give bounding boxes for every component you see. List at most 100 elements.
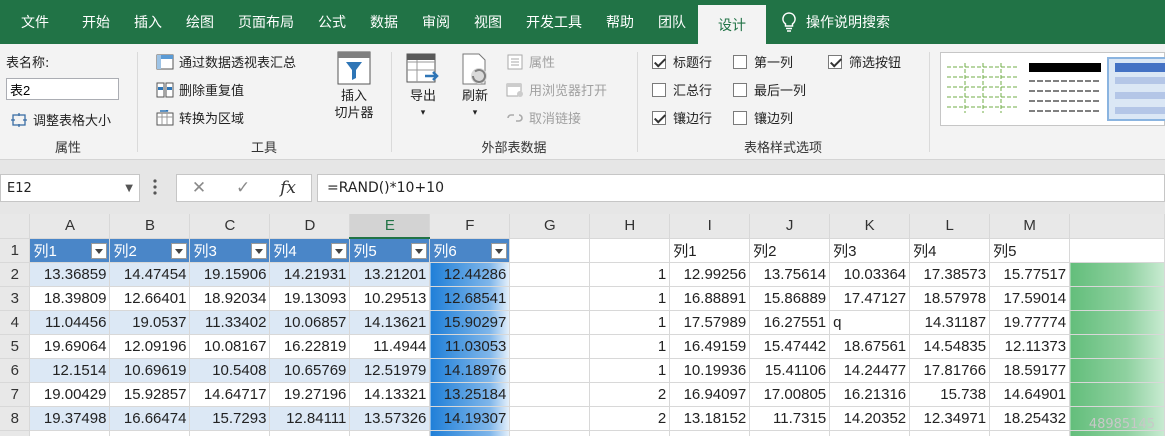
cell[interactable]: 12.34971 [909, 406, 991, 431]
cell[interactable]: 1 [589, 358, 671, 383]
chevron-down-icon[interactable]: ▼ [125, 183, 133, 194]
row-header[interactable]: 9 [0, 430, 31, 436]
data-bar-cell[interactable]: 14.19307 [429, 405, 511, 431]
tab-view[interactable]: 视图 [462, 0, 514, 44]
cell[interactable]: 12.84111 [269, 406, 351, 431]
filter-dropdown-icon[interactable] [91, 242, 108, 259]
cell[interactable] [509, 238, 591, 263]
cell[interactable]: 19.77774 [989, 310, 1071, 335]
tab-developer[interactable]: 开发工具 [514, 0, 594, 44]
cell[interactable]: 16.44369 [269, 430, 351, 436]
cell[interactable]: 13.21201 [349, 262, 431, 287]
cell[interactable]: 19.00429 [29, 382, 111, 407]
filter-button-checkbox[interactable]: 筛选按钮 [828, 52, 901, 71]
tab-design[interactable]: 设计 [698, 5, 766, 44]
cell[interactable]: 17.47127 [829, 286, 911, 311]
column-header-h[interactable]: H [589, 214, 671, 239]
table-header-cell[interactable]: 列1 [29, 238, 111, 263]
cell[interactable]: 1 [589, 310, 671, 335]
checkbox-box[interactable] [652, 110, 666, 125]
column-header-c[interactable]: C [189, 214, 271, 239]
cell[interactable]: 15.41106 [749, 358, 831, 383]
column-header-e[interactable]: E [349, 214, 431, 239]
cell[interactable]: 12.11373 [989, 334, 1071, 359]
data-bar-cell[interactable]: 14.18976 [429, 357, 511, 383]
cell[interactable]: 18.59177 [989, 358, 1071, 383]
export-button[interactable]: 导出 ▾ [400, 52, 446, 122]
table-style-blue[interactable] [1107, 57, 1165, 121]
cell[interactable]: 14.13321 [349, 382, 431, 407]
cell[interactable]: 16.49159 [669, 334, 751, 359]
table-header-cell[interactable]: 列2 [109, 238, 191, 263]
row-header[interactable]: 7 [0, 382, 31, 407]
cell[interactable]: 17.00805 [749, 382, 831, 407]
green-bar-cell[interactable] [1069, 310, 1165, 335]
cell[interactable]: 14.54835 [909, 334, 991, 359]
select-all-corner[interactable] [0, 214, 31, 239]
table-style-green[interactable] [945, 59, 1021, 119]
cell[interactable]: 15.92857 [109, 382, 191, 407]
checkbox-box[interactable] [733, 110, 747, 125]
cell[interactable]: 19.52884 [989, 430, 1071, 436]
cell[interactable]: 12.1514 [29, 358, 111, 383]
cell[interactable]: 14.47454 [109, 262, 191, 287]
cell[interactable]: 14.75979 [669, 430, 751, 436]
data-bar-cell[interactable]: 12.68541 [429, 285, 511, 311]
tell-me-search[interactable]: 操作说明搜索 [782, 0, 890, 44]
data-bar-cell[interactable]: 13.25184 [429, 381, 511, 407]
data-bar-cell[interactable]: 12.44286 [429, 261, 511, 287]
more-options-icon[interactable] [152, 178, 158, 196]
tab-formulas[interactable]: 公式 [306, 0, 358, 44]
cell[interactable]: 16.22819 [269, 334, 351, 359]
filter-dropdown-icon[interactable] [411, 243, 428, 259]
column-header-g[interactable]: G [509, 214, 591, 239]
cell[interactable]: 列1 [669, 238, 751, 263]
cell[interactable]: 14.21931 [269, 262, 351, 287]
name-box[interactable]: E12 ▼ [0, 174, 140, 202]
table-style-black[interactable] [1027, 59, 1103, 119]
cell[interactable]: 2 [589, 406, 671, 431]
cell[interactable] [509, 286, 591, 311]
cell[interactable] [509, 406, 591, 431]
cell[interactable]: 16.27551 [749, 310, 831, 335]
cell[interactable]: 15.86889 [749, 286, 831, 311]
cell[interactable] [509, 358, 591, 383]
checkbox-box[interactable] [733, 82, 747, 97]
cell[interactable]: 14.20352 [829, 406, 911, 431]
remove-duplicates-button[interactable]: 删除重复值 [156, 80, 244, 99]
table-header-cell[interactable]: 列6 [429, 238, 511, 263]
cell[interactable]: 10.03364 [829, 262, 911, 287]
cell[interactable]: 11.51495 [749, 430, 831, 436]
cell[interactable]: 10.65769 [269, 358, 351, 383]
filter-dropdown-icon[interactable] [171, 242, 188, 259]
checkbox-box[interactable] [733, 54, 747, 69]
cell[interactable]: 14.64717 [189, 382, 271, 407]
table-header-cell[interactable]: 列5 [349, 238, 431, 263]
checkbox-box[interactable] [652, 82, 666, 97]
tab-home[interactable]: 开始 [70, 0, 122, 44]
row-header[interactable]: 3 [0, 286, 31, 311]
cell[interactable]: 13.75614 [749, 262, 831, 287]
cell[interactable]: 17.80979 [909, 430, 991, 436]
data-bar-cell[interactable]: 14.14319 [429, 429, 511, 436]
tab-file[interactable]: 文件 [0, 0, 70, 44]
total-row-checkbox[interactable]: 汇总行 [652, 80, 712, 99]
row-header[interactable]: 4 [0, 310, 31, 335]
green-bar-cell[interactable] [1069, 262, 1165, 287]
cell[interactable]: 12.97574 [109, 430, 191, 436]
cell[interactable]: 15.54855 [189, 430, 271, 436]
row-header[interactable]: 5 [0, 334, 31, 359]
properties-button[interactable]: 属性 [506, 52, 555, 71]
cell[interactable]: 11.26103 [29, 430, 111, 436]
cell[interactable] [509, 334, 591, 359]
cell[interactable]: 16.66474 [109, 406, 191, 431]
cell[interactable]: 19.15906 [189, 262, 271, 287]
table-header-cell[interactable]: 列3 [189, 238, 271, 263]
cell[interactable]: 列4 [909, 238, 991, 263]
cell[interactable]: 14.24477 [829, 358, 911, 383]
column-header-k[interactable]: K [829, 214, 911, 239]
header-row-checkbox[interactable]: 标题行 [652, 52, 712, 71]
cell[interactable]: 10.29513 [349, 286, 431, 311]
green-bar-cell[interactable] [1069, 334, 1165, 359]
cell[interactable]: 13.57326 [349, 406, 431, 431]
